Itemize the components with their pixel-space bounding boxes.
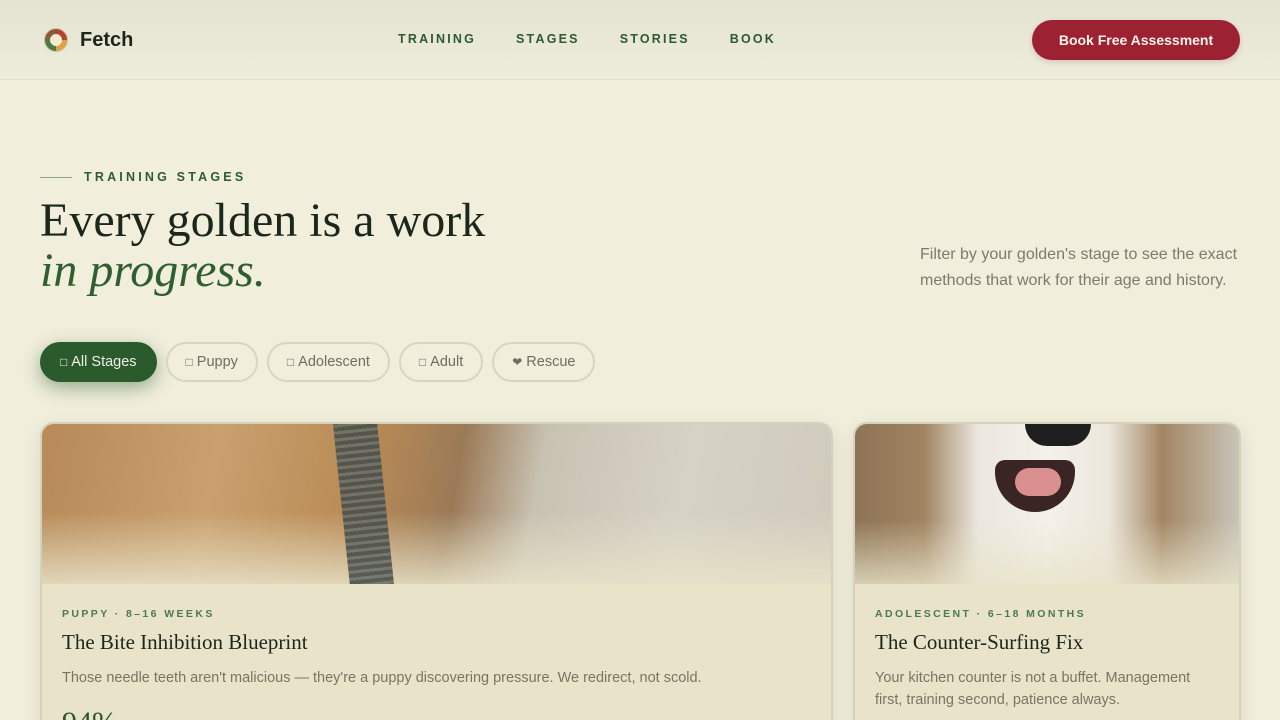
adolescent-icon: □: [286, 355, 295, 369]
filter-rescue[interactable]: ❤ Rescue: [492, 342, 596, 382]
all-stages-icon: □: [60, 355, 68, 369]
section-eyebrow: TRAINING STAGES: [40, 170, 246, 184]
card-body: PUPPY · 8–16 WEEKS The Bite Inhibition B…: [42, 584, 831, 689]
filter-puppy[interactable]: □ Puppy: [165, 342, 258, 382]
adult-icon: □: [418, 355, 427, 369]
training-card[interactable]: PUPPY · 8–16 WEEKS The Bite Inhibition B…: [40, 422, 833, 720]
headline-line-2: in progress.: [40, 244, 266, 297]
card-image-adolescent: [855, 424, 1239, 584]
card-description: Those needle teeth aren't malicious — th…: [62, 670, 702, 686]
heart-icon: ❤: [512, 355, 523, 369]
training-card[interactable]: ADOLESCENT · 6–18 MONTHS The Counter-Sur…: [853, 422, 1241, 720]
collar-shape: [332, 424, 396, 584]
card-body: ADOLESCENT · 6–18 MONTHS The Counter-Sur…: [855, 584, 1239, 711]
card-meta: ADOLESCENT · 6–18 MONTHS: [875, 608, 1087, 620]
brand[interactable]: Fetch: [44, 28, 133, 52]
intro-text: Filter by your golden's stage to see the…: [920, 246, 1238, 289]
dog-nose-shape: [1025, 424, 1091, 446]
card-image-puppy: [42, 424, 831, 584]
stage-filters: □ All Stages □ Puppy □ Adolescent □ Adul…: [40, 342, 604, 382]
filter-adolescent[interactable]: □ Adolescent: [266, 342, 390, 382]
nav-book[interactable]: BOOK: [730, 32, 776, 46]
book-assessment-button[interactable]: Book Free Assessment: [1032, 20, 1240, 60]
nav-stages[interactable]: STAGES: [516, 32, 580, 46]
filter-all-stages[interactable]: □ All Stages: [40, 342, 157, 382]
card-title: The Counter-Surfing Fix: [875, 630, 1084, 654]
filter-label: All Stages: [71, 354, 137, 370]
page-title: Every golden is a work in progress.: [40, 196, 485, 296]
filter-label: Puppy: [196, 354, 238, 370]
eyebrow-rule: [40, 176, 72, 178]
card-stat: 94%: [62, 706, 117, 720]
paw-logo-icon: [44, 28, 68, 52]
main-nav: TRAINING STAGES STORIES BOOK: [398, 32, 816, 46]
nav-stories[interactable]: STORIES: [620, 32, 690, 46]
nav-training[interactable]: TRAINING: [398, 32, 476, 46]
card-meta: PUPPY · 8–16 WEEKS: [62, 608, 215, 620]
card-title: The Bite Inhibition Blueprint: [62, 630, 308, 654]
card-description: Your kitchen counter is not a buffet. Ma…: [875, 670, 1191, 708]
filter-label: Adult: [430, 354, 464, 370]
filter-label: Rescue: [526, 354, 576, 370]
eyebrow-text: TRAINING STAGES: [84, 170, 247, 184]
filter-adult[interactable]: □ Adult: [398, 342, 484, 382]
puppy-icon: □: [185, 355, 193, 369]
brand-name: Fetch: [80, 28, 134, 51]
headline-line-1: Every golden is a work: [40, 194, 486, 247]
site-header: Fetch TRAINING STAGES STORIES BOOK Book …: [0, 0, 1280, 80]
filter-label: Adolescent: [298, 354, 370, 370]
dog-tongue-shape: [1015, 468, 1061, 496]
